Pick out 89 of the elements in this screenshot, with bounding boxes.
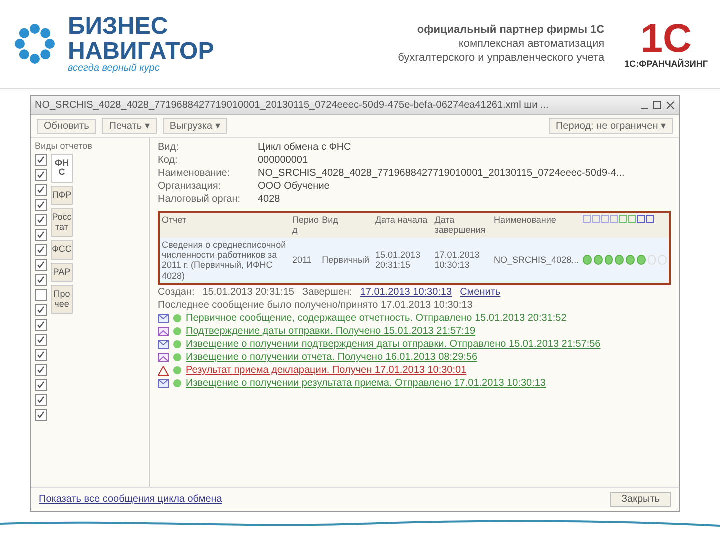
change-link[interactable]: Сменить [460, 287, 501, 298]
checkbox[interactable] [35, 199, 47, 211]
message-link[interactable]: Результат приема декларации. Получен 17.01.2013 10:30:01 [186, 365, 467, 376]
checkbox[interactable] [35, 259, 47, 271]
checkbox[interactable] [35, 244, 47, 256]
finished-label: Завершен: [302, 287, 352, 298]
field-value: 000000001 [258, 155, 310, 166]
vertical-tab[interactable]: ФНС [51, 154, 73, 183]
checkbox[interactable] [35, 274, 47, 286]
column-header: Дата начала [375, 215, 429, 227]
close-icon[interactable] [666, 100, 675, 110]
message-link[interactable]: Извещение о получении отчета. Получено 16.01.2013 08:29:56 [186, 352, 478, 364]
toolbar-button[interactable]: Выгрузка ▾ [162, 118, 228, 134]
franchise-label: 1С:ФРАНЧАЙЗИНГ [624, 59, 708, 69]
vertical-tab[interactable]: ФСС [51, 240, 73, 260]
checkbox[interactable] [35, 214, 47, 226]
created-label: Создан: [158, 287, 195, 298]
table-cell-text: 2011 [292, 255, 313, 266]
last-message-text: Последнее сообщение было получено/принято 17.01.2013 10:30:13 [158, 300, 473, 312]
message-text: Первичное сообщение, содержащее отчетность. Отправлено 15.01.2013 20:31:52 [186, 313, 567, 324]
status-dot-icon [173, 353, 182, 362]
logo-text: 1С [640, 19, 692, 59]
show-all-messages-link[interactable]: Показать все сообщения цикла обмена [39, 494, 222, 505]
checkbox[interactable] [35, 154, 47, 166]
partner-text: официальный партнер фирмы 1С [417, 22, 605, 37]
table-cell-text: Первичный [322, 255, 371, 266]
envelope-out-icon [158, 314, 169, 324]
status-dot-icon [173, 327, 182, 336]
vertical-tab[interactable]: ПФР [51, 186, 73, 206]
envelope-out-icon [158, 340, 169, 350]
field-label: Код: [158, 155, 179, 166]
field-value: Цикл обмена с ФНС [258, 142, 352, 153]
field-value: NO_SRCHIS_4028_4028_7719688427719010001_20130115_0724eeec-50d9-4... [258, 168, 626, 179]
checkbox[interactable] [35, 184, 47, 196]
checkbox[interactable] [35, 334, 47, 346]
message-link[interactable]: Извещение о получении результата приема. Отправлено 17.01.2013 10:30:13 [186, 378, 546, 390]
maximize-icon[interactable] [653, 100, 662, 110]
checkbox[interactable] [35, 304, 47, 316]
partner-text: комплексная автоматизация [458, 36, 605, 52]
table-cell-text: 17.01.2013 10:30:13 [434, 250, 481, 271]
table-cell-text: NO_SRCHIS_4028... [494, 255, 580, 266]
table-cell-text: Сведения о среднесписочной численности работников за 2011 г. (Первичный, ИФНС 4028) [162, 240, 288, 282]
field-value: ООО Обучение [258, 181, 331, 192]
period-button[interactable]: Период: не ограничен ▾ [548, 118, 673, 134]
checkbox[interactable] [35, 169, 47, 181]
brand-name: БИЗНЕС [68, 14, 170, 39]
close-button[interactable]: Закрыть [610, 492, 671, 507]
checkbox[interactable] [35, 379, 47, 391]
message-link[interactable]: Извещение о получении подтверждения даты отправки. Отправлено 15.01.2013 21:57:56 [186, 339, 601, 350]
column-header: Отчет [162, 215, 188, 227]
status-dot-icon [173, 314, 182, 324]
column-header: Дата завершения [434, 215, 487, 236]
checkbox[interactable] [35, 364, 47, 376]
column-header: Наименование [494, 215, 558, 227]
vertical-tab[interactable]: Росстат [51, 208, 73, 238]
field-label: Организация: [158, 181, 222, 192]
logo-mark-icon [12, 21, 58, 67]
checkbox[interactable] [35, 394, 47, 406]
envelope-out-icon [158, 379, 169, 388]
partner-text: бухгалтерского и управленческого учета [398, 51, 605, 66]
status-dot-icon [173, 340, 182, 350]
column-header: Период [292, 215, 320, 236]
field-label: Наименование: [158, 168, 232, 179]
field-value: 4028 [258, 194, 282, 205]
brand-name: НАВИГАТОР [68, 38, 214, 64]
vertical-tab[interactable]: РАР [51, 262, 73, 282]
table-cell-text: 15.01.2013 20:31:15 [375, 250, 422, 271]
message-link[interactable]: Подтверждение даты отправки. Получено 15.01.2013 21:57:19 [186, 326, 476, 338]
envelope-in-icon [158, 327, 169, 336]
status-dot-icon [173, 366, 182, 376]
toolbar-button[interactable]: Обновить [37, 118, 96, 134]
checkbox[interactable] [35, 319, 47, 331]
brand-tagline: всегда верный курс [68, 64, 161, 74]
checkbox[interactable] [35, 289, 47, 301]
checkbox[interactable] [35, 349, 47, 361]
sidebar-title: Виды отчетов [34, 140, 94, 153]
checkbox[interactable] [35, 409, 47, 421]
finished-date-link[interactable]: 17.01.2013 10:30:13 [360, 287, 452, 298]
field-label: Вид: [158, 142, 180, 153]
created-date: 15.01.2013 20:31:15 [202, 287, 294, 298]
vertical-tab[interactable]: Прочее [51, 285, 73, 314]
status-dot-icon [173, 379, 182, 388]
window-title: NO_SRCHIS_4028_4028_7719688427719010001_20130115_0724eeec-50d9-475e-befa-06274ea41261.xml ши ... [35, 100, 550, 110]
field-label: Налоговый орган: [158, 194, 242, 205]
column-header: Вид [322, 215, 340, 227]
toolbar-button[interactable]: Печать ▾ [102, 118, 157, 134]
checkbox[interactable] [35, 229, 47, 241]
envelope-in-icon [158, 353, 169, 362]
warning-icon [158, 366, 169, 376]
